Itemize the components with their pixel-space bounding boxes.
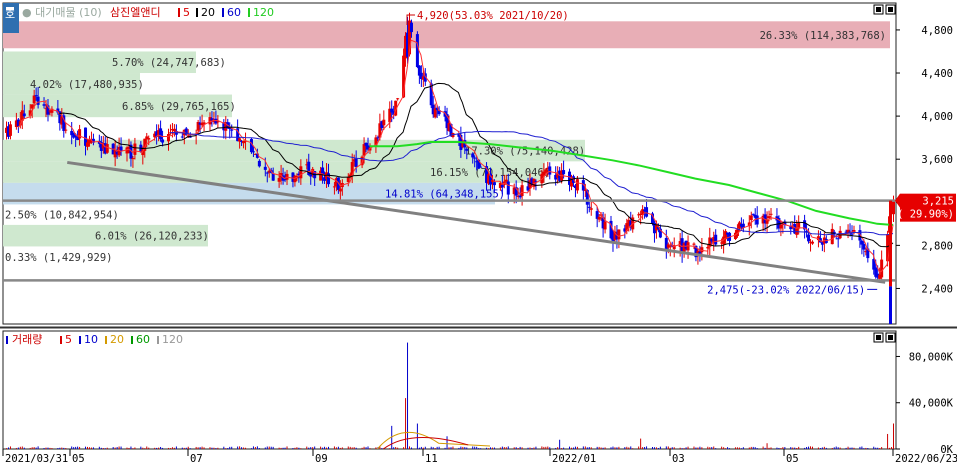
price-tick-label: 2,800 bbox=[921, 240, 953, 252]
current-price-badge: 3,215( 29.90%) bbox=[895, 193, 956, 222]
legend-ma-5: 5 bbox=[183, 6, 190, 19]
panel-maximize-button[interactable] bbox=[873, 332, 884, 343]
x-tick-label: 03 bbox=[672, 453, 685, 465]
legend-prefix: ● 대기매물 (10) bbox=[22, 6, 102, 19]
volume-legend-ma-5: 5 bbox=[65, 333, 72, 346]
x-tick-label: 2021/03/31 bbox=[5, 453, 68, 465]
volume-legend-name: 거래량 bbox=[12, 333, 42, 346]
x-tick-label: 07 bbox=[190, 453, 203, 465]
band-label-2: 4.02% (17,480,935) bbox=[30, 79, 144, 91]
band-label-1: 5.70% (24,747,683) bbox=[112, 57, 226, 69]
volume-legend-ma-120: 120 bbox=[162, 333, 183, 346]
band-label-8: 6.01% (26,120,233) bbox=[95, 231, 209, 243]
x-tick-label: 11 bbox=[425, 453, 438, 465]
price-tick-label: 4,400 bbox=[921, 68, 953, 80]
svg-text:( 29.90%): ( 29.90%) bbox=[897, 209, 954, 221]
volume-tick-label: 80,000K bbox=[909, 351, 954, 363]
legend-ma-60: 60 bbox=[227, 6, 241, 19]
volume-legend-ma-20: 20 bbox=[110, 333, 124, 346]
x-tick-label: 05 bbox=[786, 453, 799, 465]
x-tick-label: 2022/06/23 bbox=[895, 453, 957, 465]
volume-panel bbox=[2, 330, 897, 450]
panel-close-button[interactable] bbox=[885, 332, 896, 343]
price-tick-label: 4,000 bbox=[921, 111, 953, 123]
price-tick-label: 3,600 bbox=[921, 154, 953, 166]
price-tick-label: 4,800 bbox=[921, 25, 953, 37]
band-label-6: 14.81% (64,348,155) bbox=[385, 189, 505, 201]
low-annotation: 2,475(-23.02% 2022/06/15) bbox=[707, 284, 878, 296]
range-bar-up bbox=[889, 200, 892, 287]
chart-svg: 26.33% (114,383,768) 5.70% (24,747,683) 4.… bbox=[0, 0, 957, 466]
legend-ma-20: 20 bbox=[201, 6, 215, 19]
svg-text:4,920(53.03% 2021/10/20): 4,920(53.03% 2021/10/20) bbox=[417, 10, 569, 22]
panel-close-button[interactable] bbox=[885, 4, 896, 15]
price-tick-label: 2,400 bbox=[921, 283, 953, 295]
band-label-7: 2.50% (10,842,954) bbox=[5, 210, 119, 222]
x-tick-label: 2022/01 bbox=[552, 453, 596, 465]
band-label-9: 0.33% (1,429,929) bbox=[5, 252, 112, 264]
legend-stock-name: 삼진엘앤디 bbox=[110, 6, 161, 19]
volume-profile-band-0 bbox=[3, 21, 890, 49]
volume-tick-label: 40,000K bbox=[909, 398, 954, 410]
range-bar-down bbox=[889, 286, 892, 324]
x-tick-label: 05 bbox=[72, 453, 85, 465]
legend-ma-120: 120 bbox=[253, 6, 274, 19]
volume-legend-ma-10: 10 bbox=[84, 333, 98, 346]
x-tick-label: 09 bbox=[315, 453, 328, 465]
panel-maximize-button[interactable] bbox=[873, 4, 884, 15]
band-label-0: 26.33% (114,383,768) bbox=[760, 30, 886, 42]
svg-text:2,475(-23.02% 2022/06/15): 2,475(-23.02% 2022/06/15) bbox=[707, 284, 865, 296]
volume-legend-ma-60: 60 bbox=[136, 333, 150, 346]
band-label-3: 6.85% (29,765,165) bbox=[122, 101, 236, 113]
svg-text:3,215: 3,215 bbox=[922, 196, 954, 208]
stock-chart: 26.33% (114,383,768) 5.70% (24,747,683) 4.… bbox=[0, 0, 957, 466]
